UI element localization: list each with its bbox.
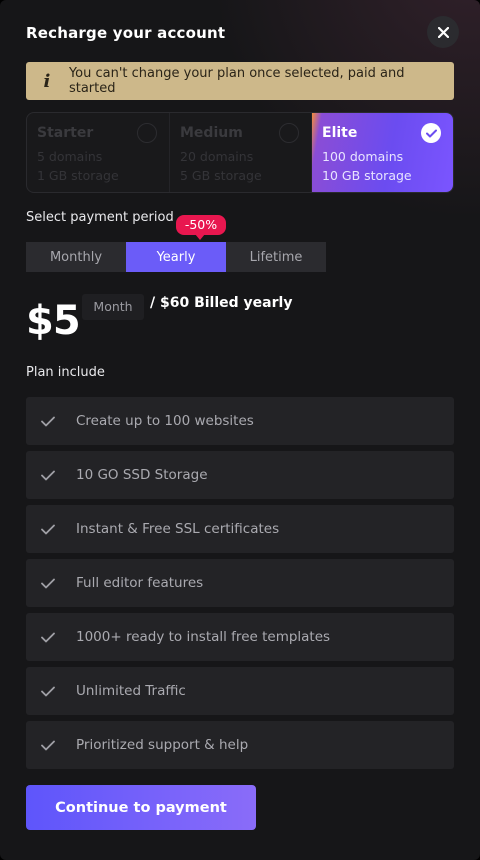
list-item: 10 GO SSD Storage [26, 451, 454, 499]
plan-selector: Starter 5 domains 1 GB storage Medium 20… [26, 112, 454, 193]
plan-domains: 100 domains [322, 149, 404, 164]
plan-card-starter[interactable]: Starter 5 domains 1 GB storage [27, 113, 169, 192]
feature-text: Instant & Free SSL certificates [76, 521, 280, 537]
info-icon: i [43, 70, 51, 92]
check-icon [38, 632, 58, 643]
plan-include-label: Plan include [26, 365, 105, 380]
plan-card-elite[interactable]: Elite 100 domains 10 GB storage [311, 113, 453, 192]
feature-list: Create up to 100 websites 10 GO SSD Stor… [26, 397, 454, 775]
check-icon [38, 470, 58, 481]
list-item: Prioritized support & help [26, 721, 454, 769]
check-icon [38, 578, 58, 589]
check-icon [38, 524, 58, 535]
check-icon [38, 740, 58, 751]
close-icon [437, 26, 449, 38]
list-item: Instant & Free SSL certificates [26, 505, 454, 553]
plan-storage: 10 GB storage [322, 168, 412, 183]
list-item: Full editor features [26, 559, 454, 607]
period-tabs: Monthly Yearly Lifetime [26, 242, 326, 272]
warning-text: You can't change your plan once selected… [68, 66, 405, 96]
feature-text: Full editor features [76, 575, 204, 591]
close-button[interactable] [427, 16, 459, 48]
discount-badge: -50% [176, 215, 226, 240]
feature-text: Create up to 100 websites [76, 413, 254, 429]
modal-title: Recharge your account [26, 24, 226, 42]
list-item: Unlimited Traffic [26, 667, 454, 715]
plan-radio-checked[interactable] [421, 123, 441, 143]
check-icon [38, 686, 58, 697]
recharge-modal: Recharge your account i You can't change… [0, 0, 480, 860]
plan-radio[interactable] [279, 123, 299, 143]
tab-lifetime[interactable]: Lifetime [226, 242, 326, 272]
feature-text: Prioritized support & help [76, 737, 249, 753]
check-icon [38, 416, 58, 427]
feature-text: 10 GO SSD Storage [76, 467, 208, 483]
warning-banner: i You can't change your plan once select… [26, 62, 454, 100]
plan-domains: 5 domains [37, 149, 103, 164]
plan-storage: 1 GB storage [37, 168, 119, 183]
plan-card-medium[interactable]: Medium 20 domains 5 GB storage [169, 113, 311, 192]
price-amount: $5 [26, 298, 81, 344]
payment-period-label: Select payment period [26, 210, 174, 225]
continue-to-payment-button[interactable]: Continue to payment [26, 785, 256, 830]
plan-domains: 20 domains [180, 149, 254, 164]
plan-storage: 5 GB storage [180, 168, 262, 183]
price-unit: Month [82, 294, 144, 320]
plan-radio[interactable] [137, 123, 157, 143]
checkmark-icon [425, 129, 437, 137]
billing-summary: / $60 Billed yearly [150, 295, 293, 311]
list-item: Create up to 100 websites [26, 397, 454, 445]
list-item: 1000+ ready to install free templates [26, 613, 454, 661]
feature-text: 1000+ ready to install free templates [76, 629, 331, 645]
tab-yearly[interactable]: Yearly [126, 242, 226, 272]
feature-text: Unlimited Traffic [76, 683, 186, 699]
tab-monthly[interactable]: Monthly [26, 242, 126, 272]
